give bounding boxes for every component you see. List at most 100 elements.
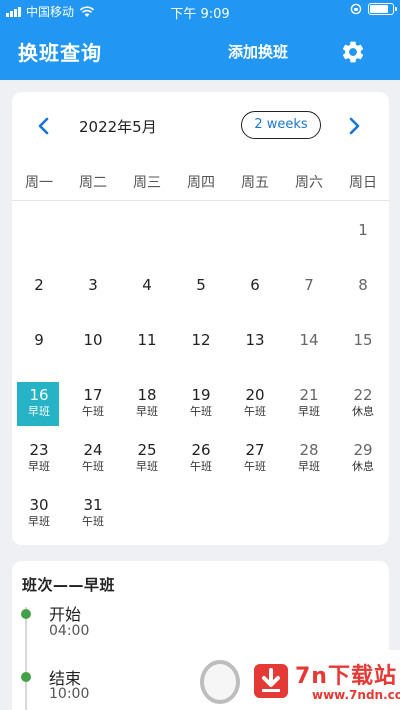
rotation-lock-icon: [350, 3, 362, 15]
shift-label: 早班: [28, 515, 50, 528]
day-cell[interactable]: 19 午班: [174, 375, 228, 430]
day-number: 25: [137, 441, 157, 459]
day-number: 24: [83, 441, 103, 459]
day-number: 9: [34, 331, 44, 349]
day-cell[interactable]: 26 午班: [174, 430, 228, 485]
month-title: 2022年5月: [79, 118, 157, 136]
day-cell[interactable]: 24 午班: [66, 430, 120, 485]
shift-label: 午班: [244, 460, 266, 473]
day-number: 2: [34, 276, 44, 294]
day-number: 11: [137, 331, 157, 349]
shift-label: 午班: [244, 405, 266, 418]
day-cell[interactable]: 10: [66, 320, 120, 375]
day-cell[interactable]: 12: [174, 320, 228, 375]
day-number: 27: [245, 441, 265, 459]
day-cell[interactable]: 6: [228, 265, 282, 320]
weekday-label: 周一: [25, 175, 53, 191]
day-cell[interactable]: 7: [282, 265, 336, 320]
shift-label: 午班: [82, 405, 104, 418]
day-cell[interactable]: 20 午班: [228, 375, 282, 430]
weekday-label: 周日: [349, 175, 377, 191]
day-cell[interactable]: 5: [174, 265, 228, 320]
day-cell[interactable]: 1: [336, 210, 390, 265]
shift-label: 早班: [298, 405, 320, 418]
timeline-line: [25, 607, 27, 710]
empty-day-cell: [12, 210, 66, 265]
shift-label: 午班: [190, 460, 212, 473]
day-cell[interactable]: 16 早班: [12, 375, 66, 430]
day-cell[interactable]: 13: [228, 320, 282, 375]
shift-label: 午班: [82, 515, 104, 528]
format-toggle-button[interactable]: 2 weeks: [241, 111, 321, 139]
day-number: 23: [29, 441, 49, 459]
page-title: 换班查询: [18, 41, 102, 65]
calendar-header: 2022年5月 2 weeks: [12, 110, 389, 142]
status-bar: 中国移动 下午 9:09: [0, 0, 400, 22]
shift-detail-title: 班次——早班: [22, 576, 116, 594]
app-bar: 换班查询 添加换班: [0, 22, 400, 80]
watermark-logo-icon: [200, 660, 240, 704]
add-shift-button[interactable]: 添加换班: [228, 41, 288, 62]
weekday-label: 周五: [241, 175, 269, 191]
shift-label: 休息: [352, 460, 374, 473]
start-label: 开始: [49, 605, 82, 624]
shift-label: 早班: [28, 460, 50, 473]
day-number: 18: [137, 386, 157, 404]
day-cell[interactable]: 4: [120, 265, 174, 320]
day-number: 28: [299, 441, 319, 459]
day-cell[interactable]: 8: [336, 265, 390, 320]
chevron-left-icon[interactable]: [32, 114, 56, 138]
empty-day-cell: [120, 210, 174, 265]
day-number: 10: [83, 331, 103, 349]
day-cell[interactable]: 23 早班: [12, 430, 66, 485]
day-cell[interactable]: 21 早班: [282, 375, 336, 430]
day-number: 1: [358, 221, 368, 239]
day-cell[interactable]: 30 早班: [12, 485, 66, 540]
end-time: 10:00: [49, 686, 90, 702]
day-cell[interactable]: 31 午班: [66, 485, 120, 540]
day-cell[interactable]: 29 休息: [336, 430, 390, 485]
day-cell[interactable]: 9: [12, 320, 66, 375]
day-cell[interactable]: 17 午班: [66, 375, 120, 430]
day-number: 14: [299, 331, 319, 349]
day-number: 13: [245, 331, 265, 349]
day-cell[interactable]: 25 早班: [120, 430, 174, 485]
day-cell[interactable]: 18 早班: [120, 375, 174, 430]
watermark-brand: 7n下载站: [295, 664, 397, 689]
day-number: 5: [196, 276, 206, 294]
start-time: 04:00: [49, 623, 90, 639]
day-number: 29: [353, 441, 373, 459]
chevron-right-icon[interactable]: [342, 114, 366, 138]
shift-label: 午班: [190, 405, 212, 418]
timeline-dot: [21, 609, 31, 619]
day-number: 3: [88, 276, 98, 294]
shift-label: 休息: [352, 405, 374, 418]
day-cell[interactable]: 14: [282, 320, 336, 375]
day-number: 8: [358, 276, 368, 294]
calendar-grid: 1 2 3 4 5 6 7 8 9 10 11 12 13 14 15 16 早班 17 午班 18 早班 19 午班 20 午…: [12, 210, 389, 540]
weekday-label: 周二: [79, 175, 107, 191]
shift-label: 早班: [136, 405, 158, 418]
day-cell[interactable]: 27 午班: [228, 430, 282, 485]
empty-day-cell: [228, 210, 282, 265]
day-number: 17: [83, 386, 103, 404]
weekday-label: 周三: [133, 175, 161, 191]
divider: [12, 200, 389, 201]
weekday-header: 周一 周二 周三 周四 周五 周六 周日: [12, 172, 389, 192]
day-number: 6: [250, 276, 260, 294]
empty-day-cell: [282, 210, 336, 265]
battery-icon: [368, 3, 397, 15]
day-number: 12: [191, 331, 211, 349]
day-number: 21: [299, 386, 319, 404]
gear-icon[interactable]: [340, 39, 366, 65]
day-cell[interactable]: 3: [66, 265, 120, 320]
day-cell[interactable]: 22 休息: [336, 375, 390, 430]
day-cell[interactable]: 28 早班: [282, 430, 336, 485]
day-cell[interactable]: 11: [120, 320, 174, 375]
day-cell[interactable]: 15: [336, 320, 390, 375]
watermark-url: www.7ndn.com: [312, 688, 400, 702]
day-number: 15: [353, 331, 373, 349]
day-number: 22: [353, 386, 373, 404]
day-cell[interactable]: 2: [12, 265, 66, 320]
day-number: 7: [304, 276, 314, 294]
